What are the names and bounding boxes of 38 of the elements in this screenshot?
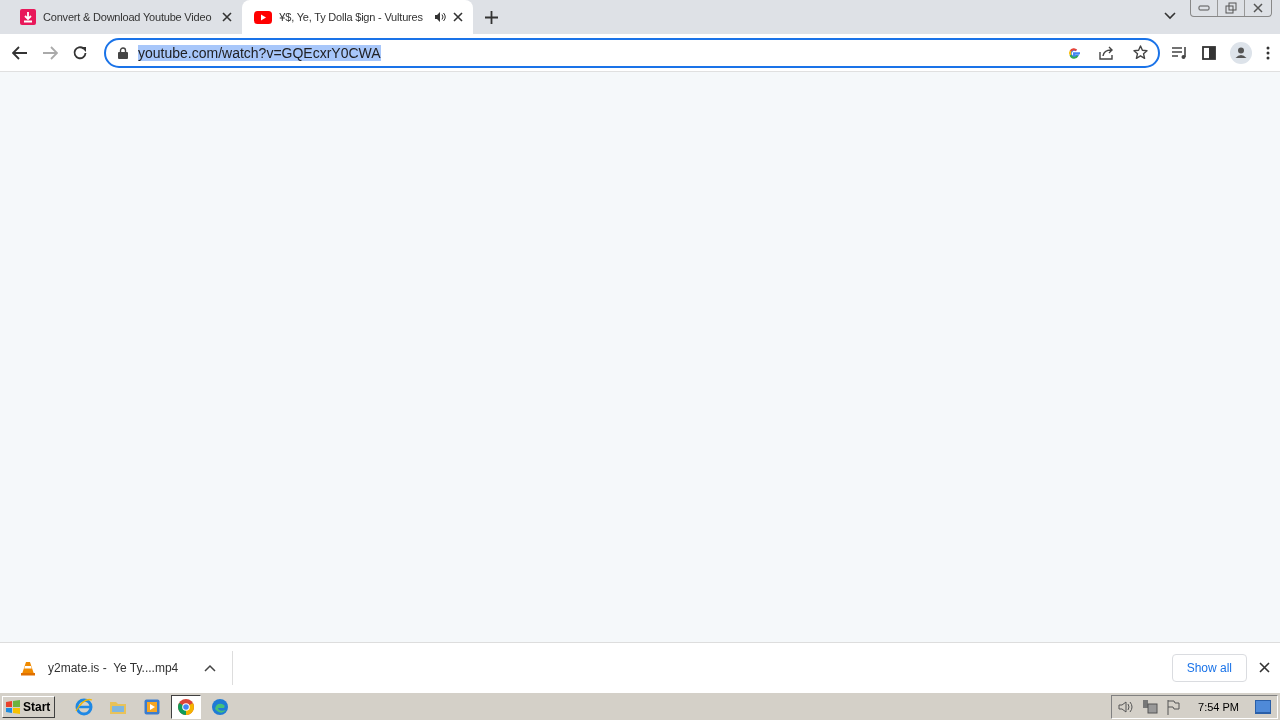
address-bar[interactable]: youtube.com/watch?v=GQEcxrY0CWA xyxy=(104,37,1160,68)
download-icon xyxy=(20,9,36,25)
desktop-icon[interactable] xyxy=(1255,699,1271,714)
show-all-button[interactable]: Show all xyxy=(1171,653,1247,682)
reload-icon[interactable] xyxy=(72,44,88,61)
play-logo-icon xyxy=(254,10,273,24)
chevron-up-icon[interactable] xyxy=(204,663,217,672)
windows-flag-icon xyxy=(5,699,21,714)
new-tab-icon[interactable] xyxy=(484,10,498,24)
close-icon[interactable] xyxy=(1252,3,1264,13)
browser-tab[interactable]: ¥$, Ye, Ty Dolla $ign - Vultures xyxy=(242,0,473,34)
profile-icon[interactable] xyxy=(1230,41,1252,64)
media-queue-icon[interactable] xyxy=(1172,45,1188,60)
flag-icon[interactable] xyxy=(1166,698,1181,715)
browser-tab[interactable]: Convert & Download Youtube Video xyxy=(8,0,243,34)
google-icon[interactable] xyxy=(1067,45,1081,60)
star-icon[interactable] xyxy=(1133,45,1148,60)
network-icon[interactable] xyxy=(1142,698,1159,715)
minimize-icon[interactable] xyxy=(1198,5,1210,11)
menu-icon[interactable] xyxy=(1266,45,1270,60)
traffic-cone-icon xyxy=(20,659,36,676)
close-icon[interactable] xyxy=(452,12,463,22)
media-player-icon[interactable] xyxy=(144,698,161,715)
share-icon[interactable] xyxy=(1099,45,1115,60)
chrome-logo-icon[interactable] xyxy=(177,697,196,716)
edge-logo-icon[interactable] xyxy=(211,697,230,716)
lock-icon xyxy=(118,46,128,59)
close-icon[interactable] xyxy=(1259,662,1270,673)
speaker-icon[interactable] xyxy=(433,11,446,23)
restore-icon[interactable] xyxy=(1225,2,1237,14)
chevron-down-icon[interactable] xyxy=(1164,12,1176,20)
side-panel-icon[interactable] xyxy=(1202,45,1216,60)
back-icon[interactable] xyxy=(12,45,28,60)
start-button[interactable]: Start xyxy=(2,695,56,718)
close-icon[interactable] xyxy=(222,12,233,22)
clock-time[interactable]: 7:54 PM xyxy=(1198,700,1239,713)
url-text: youtube.com/watch?v=GQEcxrY0CWA xyxy=(138,44,381,61)
download-file-name[interactable]: y2mate.is - Ye Ty....mp4 xyxy=(48,660,179,675)
